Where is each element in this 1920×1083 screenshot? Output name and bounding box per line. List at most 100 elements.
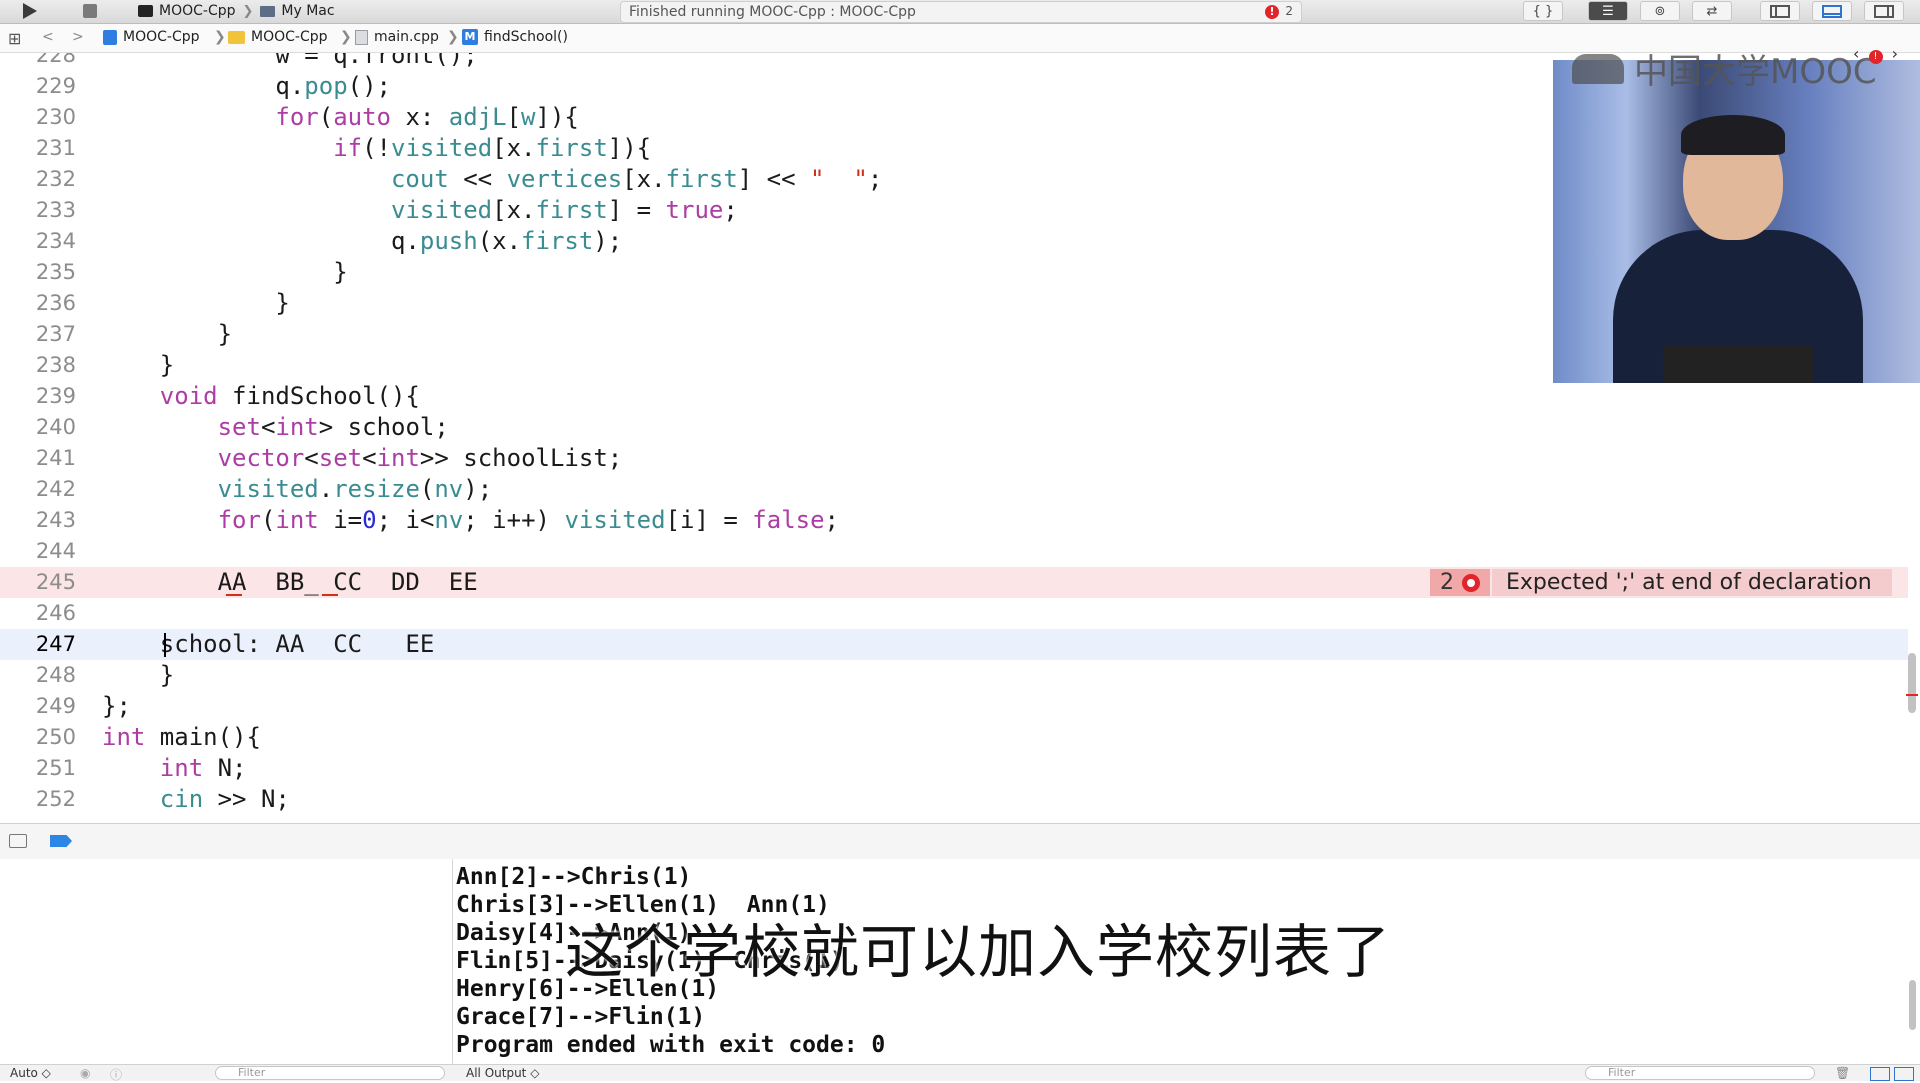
folder-name: MOOC-Cpp — [251, 29, 328, 45]
text-cursor — [164, 633, 166, 657]
code-line[interactable]: 244 — [0, 536, 1908, 567]
line-number: 245 — [35, 570, 76, 594]
line-number: 240 — [35, 415, 76, 439]
variables-mode-selector[interactable]: Auto ◇ — [10, 1066, 51, 1080]
related-items-icon[interactable]: ⊞ — [8, 29, 21, 48]
run-button[interactable] — [10, 1, 50, 21]
line-number: 248 — [35, 663, 76, 687]
line-number: 232 — [35, 167, 76, 191]
code-line[interactable]: 249 }; — [0, 691, 1908, 722]
logo-text: 中国大学MOOC — [1634, 52, 1877, 92]
forward-arrow-icon[interactable]: > — [72, 29, 84, 45]
current-code-line[interactable]: 247 school: AA CC EE — [0, 629, 1908, 660]
status-error-count: 2 — [1285, 4, 1293, 18]
code-line[interactable]: 240 set<int> school; — [0, 412, 1908, 443]
code-text: cin >> N; — [159, 785, 290, 813]
split-left-pane-icon[interactable] — [1870, 1067, 1890, 1081]
code-line[interactable]: 239 void findSchool(){ — [0, 381, 1908, 412]
lecturer-hair — [1681, 115, 1785, 155]
code-text: set<int> school; — [217, 413, 449, 441]
line-number: 230 — [35, 105, 76, 129]
code-text: for(auto x: adjL[w]){ — [275, 103, 579, 131]
toggle-utilities-button[interactable] — [1864, 1, 1904, 21]
console-line: Grace[7]-->Flin(1) — [456, 1004, 706, 1030]
output-mode-selector[interactable]: All Output ◇ — [466, 1066, 539, 1080]
line-number: 246 — [35, 601, 76, 625]
stop-button[interactable] — [70, 1, 110, 21]
left-pane-icon — [1770, 4, 1790, 18]
line-number: 233 — [35, 198, 76, 222]
chevron-right-icon: ❯ — [242, 3, 254, 19]
console-scrollbar[interactable] — [1909, 980, 1916, 1030]
error-icon — [1462, 573, 1480, 592]
variables-filter-input[interactable]: Filter — [215, 1066, 445, 1080]
issue-navigator-controls[interactable]: ‹ ! › — [1853, 44, 1898, 64]
chevron-left-icon[interactable]: ‹ — [1853, 44, 1859, 63]
breadcrumb-folder[interactable]: MOOC-Cpp — [228, 29, 328, 45]
line-number: 231 — [35, 136, 76, 160]
console-filter-input[interactable]: Filter — [1585, 1066, 1815, 1080]
line-number: 235 — [35, 260, 76, 284]
hide-debug-area-icon[interactable] — [9, 834, 27, 848]
activity-status-bar: Finished running MOOC-Cpp : MOOC-Cpp ! 2 — [620, 1, 1302, 23]
debug-bar — [0, 823, 1920, 860]
lecturer-video — [1553, 60, 1920, 383]
video-subtitle: 这个学校就可以加入学校列表了 — [565, 918, 1392, 986]
info-icon[interactable]: ⓘ — [110, 1066, 122, 1083]
variables-view[interactable] — [0, 859, 453, 1080]
code-text: q.push(x.first); — [102, 227, 623, 255]
inline-error-annotation[interactable]: 2 Expected ';' at end of declaration — [1430, 569, 1892, 596]
code-text: void findSchool(){ — [159, 382, 420, 410]
toggle-navigator-button[interactable] — [1760, 1, 1800, 21]
code-text: } — [102, 661, 175, 689]
error-icon[interactable]: ! — [1868, 50, 1883, 64]
error-underline — [226, 594, 242, 596]
breadcrumb-symbol[interactable]: M findSchool() — [462, 29, 568, 45]
line-number: 236 — [35, 291, 76, 315]
code-snippet-button[interactable]: { } — [1523, 1, 1563, 21]
toggle-debug-area-button[interactable] — [1812, 1, 1852, 21]
version-editor-button[interactable]: ⇄ — [1692, 1, 1732, 21]
editor-scrollbar[interactable] — [1908, 653, 1916, 713]
standard-editor-button[interactable]: ☰ — [1588, 1, 1628, 21]
line-number: 249 — [35, 694, 76, 718]
console-line: Ann[2]-->Chris(1) — [456, 864, 692, 890]
line-number: 234 — [35, 229, 76, 253]
code-line[interactable]: 250 int main(){ — [0, 722, 1908, 753]
debug-bottom-bar: Auto ◇ ◉ ⓘ Filter All Output ◇ Filter 🗑 — [0, 1064, 1920, 1083]
folder-icon — [228, 30, 245, 44]
assistant-editor-button[interactable]: ⊚ — [1640, 1, 1680, 21]
code-line[interactable]: 242 visited.resize(nv); — [0, 474, 1908, 505]
code-line[interactable]: 246 — [0, 598, 1908, 629]
code-line[interactable]: 248 } — [0, 660, 1908, 691]
code-text: for(int i=0; i<nv; i++) visited[i] = fal… — [217, 506, 839, 534]
back-arrow-icon[interactable]: < — [42, 29, 54, 45]
error-code-line[interactable]: 245 AA BB_ CC DD EE 2 Expected ';' at en… — [0, 567, 1908, 598]
code-text: int main(){ — [102, 723, 261, 751]
split-right-pane-icon[interactable] — [1894, 1067, 1914, 1081]
code-text: } — [102, 320, 233, 348]
trash-icon[interactable]: 🗑 — [1835, 1066, 1850, 1080]
breakpoint-toggle-icon[interactable] — [50, 835, 72, 847]
chevron-right-icon[interactable]: › — [1892, 44, 1898, 63]
breadcrumb-project[interactable]: MOOC-Cpp — [103, 29, 200, 45]
error-icon[interactable]: ! — [1265, 5, 1279, 19]
code-line[interactable]: 252 cin >> N; — [0, 784, 1908, 815]
code-text: w = q.front(); — [102, 53, 478, 69]
chevron-right-icon: ❯ — [340, 29, 352, 45]
laptop — [1663, 345, 1813, 383]
breadcrumb-file[interactable]: main.cpp — [355, 29, 439, 45]
line-number: 229 — [35, 74, 76, 98]
eye-icon[interactable]: ◉ — [80, 1066, 90, 1080]
error-underline — [322, 594, 338, 596]
scheme-selector[interactable]: MOOC-Cpp ❯ My Mac — [138, 2, 335, 20]
terminal-icon — [138, 5, 153, 17]
code-line[interactable]: 243 for(int i=0; i<nv; i++) visited[i] =… — [0, 505, 1908, 536]
line-number: 244 — [35, 539, 76, 563]
window-toolbar: MOOC-Cpp ❯ My Mac Finished running MOOC-… — [0, 0, 1920, 24]
code-line[interactable]: 251 int N; — [0, 753, 1908, 784]
code-line[interactable]: 241 vector<set<int>> schoolList; — [0, 443, 1908, 474]
mac-icon — [260, 5, 276, 17]
cpp-file-icon — [355, 29, 368, 45]
code-text: AA BB_ CC DD EE — [102, 568, 478, 596]
